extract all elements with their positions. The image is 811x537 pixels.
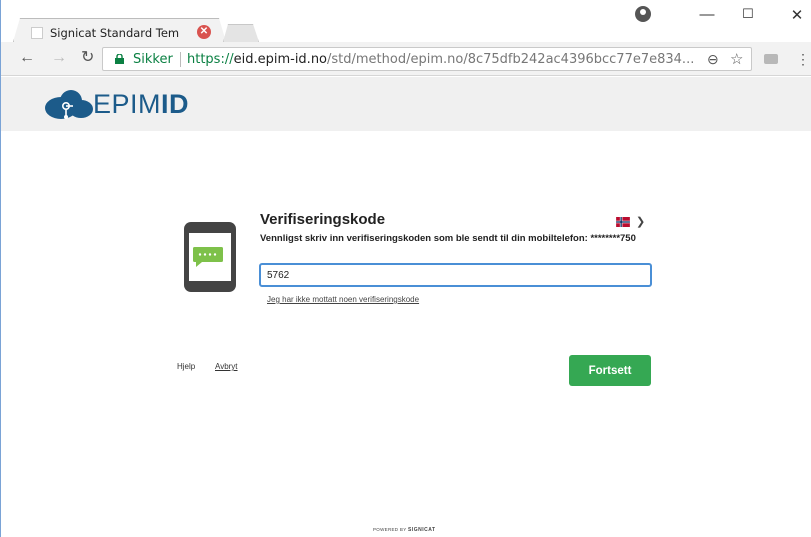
minimize-icon[interactable]: —: [692, 6, 722, 23]
close-tab-icon[interactable]: ✕: [197, 25, 211, 39]
menu-icon[interactable]: ⋮: [796, 51, 810, 68]
tab-title: Signicat Standard Templa: [50, 26, 180, 40]
url-scheme: https://: [187, 52, 234, 67]
page-title: Verifiseringskode: [260, 211, 386, 228]
address-bar[interactable]: Sikker https://eid.epim-id.no/std/method…: [102, 47, 752, 71]
logo-text: EPIMID: [93, 89, 189, 120]
logo-text-light: EPIM: [93, 88, 162, 119]
zoom-icon[interactable]: ⊖: [707, 51, 719, 68]
cancel-link[interactable]: Avbryt: [215, 362, 238, 371]
back-icon[interactable]: ←: [19, 50, 35, 66]
profile-icon[interactable]: [635, 6, 651, 22]
new-tab-button[interactable]: [223, 24, 259, 42]
epimid-logo: EPIMID: [41, 87, 189, 121]
smartphone-sms-icon: [184, 222, 236, 292]
close-window-icon[interactable]: ✕: [782, 6, 811, 24]
help-link[interactable]: Hjelp: [177, 362, 195, 371]
forward-icon[interactable]: →: [51, 50, 67, 66]
chevron-down-icon[interactable]: ❯: [636, 215, 645, 228]
instruction-text: Vennligst skriv inn verifiseringskoden s…: [260, 233, 636, 244]
tab-content: Signicat Standard Templa: [31, 26, 201, 40]
url-text[interactable]: https://eid.epim-id.no/std/method/epim.n…: [187, 52, 697, 67]
signicat-brand: SIGNICAT: [408, 527, 436, 533]
logo-text-bold: ID: [161, 88, 190, 119]
browser-window: Signicat Standard Templa ✕ — ☐ ✕ ← → ↻ S…: [0, 0, 811, 537]
powered-by-label: POWERED BY: [373, 527, 407, 532]
title-bar: Signicat Standard Templa ✕ — ☐ ✕: [1, 0, 811, 42]
cloud-key-icon: [45, 90, 93, 119]
verification-code-input[interactable]: [259, 263, 652, 287]
lock-icon: [115, 54, 124, 64]
bookmark-star-icon[interactable]: ☆: [730, 50, 743, 68]
page-favicon: [31, 27, 43, 39]
powered-by-signicat: POWERED BY SIGNICAT: [373, 527, 436, 533]
url-host: eid.epim-id.no: [233, 52, 328, 67]
norway-flag-icon[interactable]: [615, 217, 631, 227]
page-header: EPIMID: [1, 77, 811, 131]
reload-icon[interactable]: ↻: [81, 50, 94, 66]
maximize-icon[interactable]: ☐: [733, 6, 763, 22]
secure-label: Sikker: [133, 52, 173, 67]
navigation-bar: ← → ↻ Sikker https://eid.epim-id.no/std/…: [1, 42, 811, 76]
url-path: /std/method/epim.no/8c75dfb242ac4396bcc7…: [327, 52, 695, 67]
continue-button[interactable]: Fortsett: [569, 355, 651, 386]
no-code-received-link[interactable]: Jeg har ikke mottatt noen verifiseringsk…: [267, 295, 419, 304]
extension-icon[interactable]: [764, 54, 778, 64]
omnibox-divider: [180, 52, 181, 67]
